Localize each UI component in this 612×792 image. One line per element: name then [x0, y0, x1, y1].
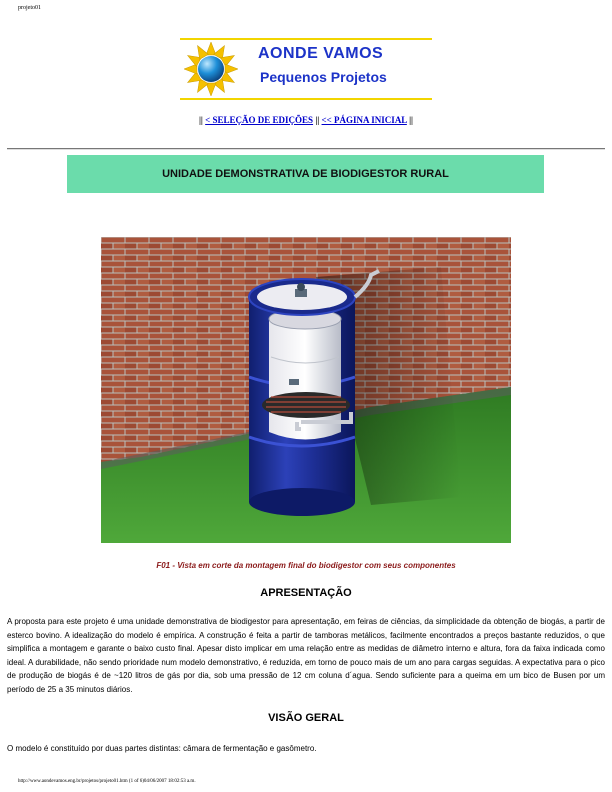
heading-apresentacao: APRESENTAÇÃO	[260, 587, 352, 599]
nav-separator: ||	[198, 115, 203, 125]
heading-visao-geral: VISÃO GERAL	[268, 712, 344, 724]
logo-title: AONDE VAMOS	[258, 45, 384, 62]
nav-bar: || < SELEÇÃO DE EDIÇÕES || << PÁGINA INI…	[0, 115, 612, 125]
logo-subtitle: Pequenos Projetos	[260, 69, 387, 85]
nav-separator: ||	[315, 115, 320, 125]
figure-caption: F01 - Vista em corte da montagem final d…	[156, 561, 456, 570]
logo: AONDE VAMOS Pequenos Projetos	[180, 38, 432, 100]
paragraph-visao-geral: O modelo é constituído por duas partes d…	[7, 744, 317, 753]
logo-bottom-line	[180, 98, 432, 100]
sun-globe-icon	[183, 41, 239, 97]
nav-link-pagina-inicial[interactable]: << PÁGINA INICIAL	[322, 115, 407, 125]
biodigestor-render-image	[101, 237, 511, 543]
nav-link-selecao-edicoes[interactable]: < SELEÇÃO DE EDIÇÕES	[205, 115, 313, 125]
paragraph-apresentacao: A proposta para este projeto é uma unida…	[7, 617, 605, 694]
nav-separator: ||	[409, 115, 414, 125]
page-header: projeto01	[18, 5, 41, 11]
section-title: UNIDADE DEMONSTRATIVA DE BIODIGESTOR RUR…	[67, 155, 544, 193]
horizontal-rule	[7, 148, 605, 150]
page-footer-url: http://www.aondevamos.eng.br/projetos/pr…	[18, 779, 196, 784]
